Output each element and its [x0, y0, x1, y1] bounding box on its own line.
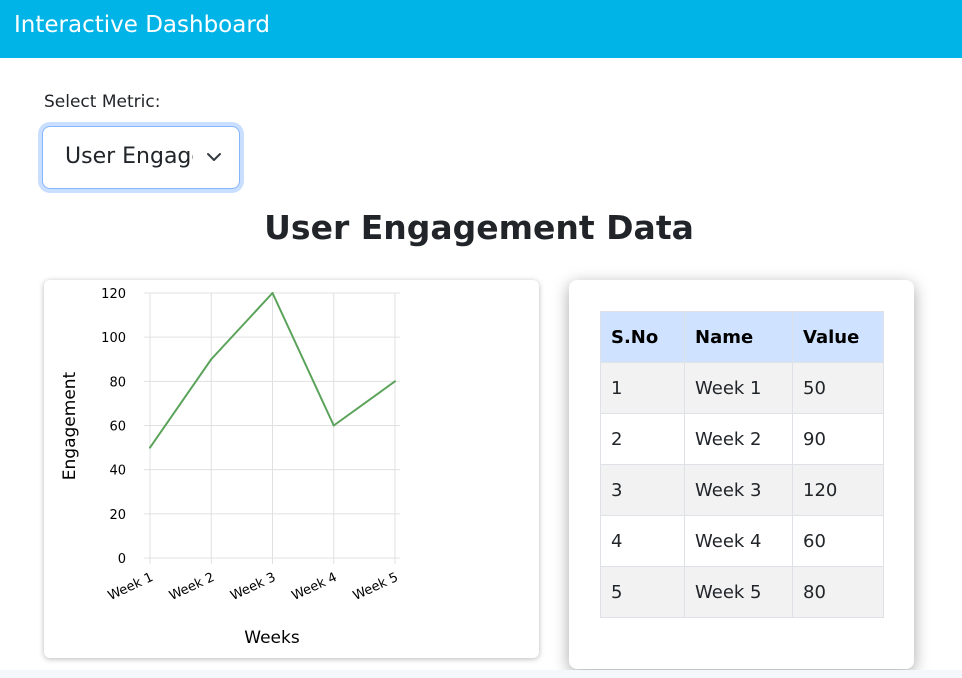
data-point	[394, 380, 396, 383]
y-tick-label: 100	[101, 331, 126, 346]
x-tick-label: Week 4	[290, 570, 340, 604]
chart-card: 0 20 40 60 80 100 120 Week 1 Week 2 Week 3 Week 4 W…	[44, 280, 539, 658]
cell-name: Week 5	[684, 566, 793, 618]
table-header-row: S.No Name Value	[600, 311, 884, 363]
data-point	[149, 446, 151, 449]
cell-sno: 2	[600, 413, 685, 465]
cell-name: Week 1	[684, 362, 793, 414]
y-tick-label: 20	[109, 508, 126, 523]
data-point	[271, 292, 274, 294]
column-header-name: Name	[684, 311, 793, 363]
column-header-value: Value	[792, 311, 884, 363]
table-row: 5 Week 5 80	[600, 566, 884, 618]
cell-value: 60	[792, 515, 884, 567]
cell-sno: 3	[600, 464, 685, 516]
x-axis-label: Weeks	[244, 628, 300, 648]
data-point	[210, 358, 213, 361]
table-row: 3 Week 3 120	[600, 464, 884, 516]
cell-value: 80	[792, 566, 884, 618]
x-tick-label: Week 5	[351, 570, 401, 604]
y-tick-label: 80	[109, 375, 126, 390]
chevron-down-icon	[207, 153, 221, 161]
table-row: 4 Week 4 60	[600, 515, 884, 567]
cell-value: 90	[792, 413, 884, 465]
app-header: Interactive Dashboard	[0, 0, 962, 58]
cell-name: Week 4	[684, 515, 793, 567]
y-axis-label: Engagement	[60, 371, 80, 480]
cell-name: Week 2	[684, 413, 793, 465]
x-tick-label: Week 1	[106, 570, 156, 604]
cell-sno: 1	[600, 362, 685, 414]
y-tick-label: 60	[109, 420, 126, 435]
metric-select-value: User Engagement	[65, 144, 193, 169]
metric-select-label: Select Metric:	[44, 92, 161, 112]
x-tick-label: Week 3	[228, 570, 278, 604]
y-tick-label: 0	[118, 552, 126, 567]
cell-sno: 5	[600, 566, 685, 618]
metric-select[interactable]: User Engagement	[42, 126, 240, 189]
cell-value: 120	[792, 464, 884, 516]
data-table: S.No Name Value 1 Week 1 50 2 Week 2 90 …	[600, 311, 884, 618]
table-row: 2 Week 2 90	[600, 413, 884, 465]
page-bottom-strip	[0, 670, 962, 678]
x-tick-label: Week 2	[167, 570, 217, 604]
table-row: 1 Week 1 50	[600, 362, 884, 414]
cell-value: 50	[792, 362, 884, 414]
y-tick-label: 120	[101, 287, 126, 302]
data-point	[332, 424, 335, 427]
cell-sno: 4	[600, 515, 685, 567]
column-header-sno: S.No	[600, 311, 685, 363]
app-title: Interactive Dashboard	[14, 12, 270, 38]
y-tick-label: 40	[109, 464, 126, 479]
cell-name: Week 3	[684, 464, 793, 516]
line-chart: 0 20 40 60 80 100 120 Week 1 Week 2 Week 3 Week 4 W…	[60, 287, 401, 648]
section-title: User Engagement Data	[264, 208, 694, 247]
table-card: S.No Name Value 1 Week 1 50 2 Week 2 90 …	[569, 280, 914, 669]
